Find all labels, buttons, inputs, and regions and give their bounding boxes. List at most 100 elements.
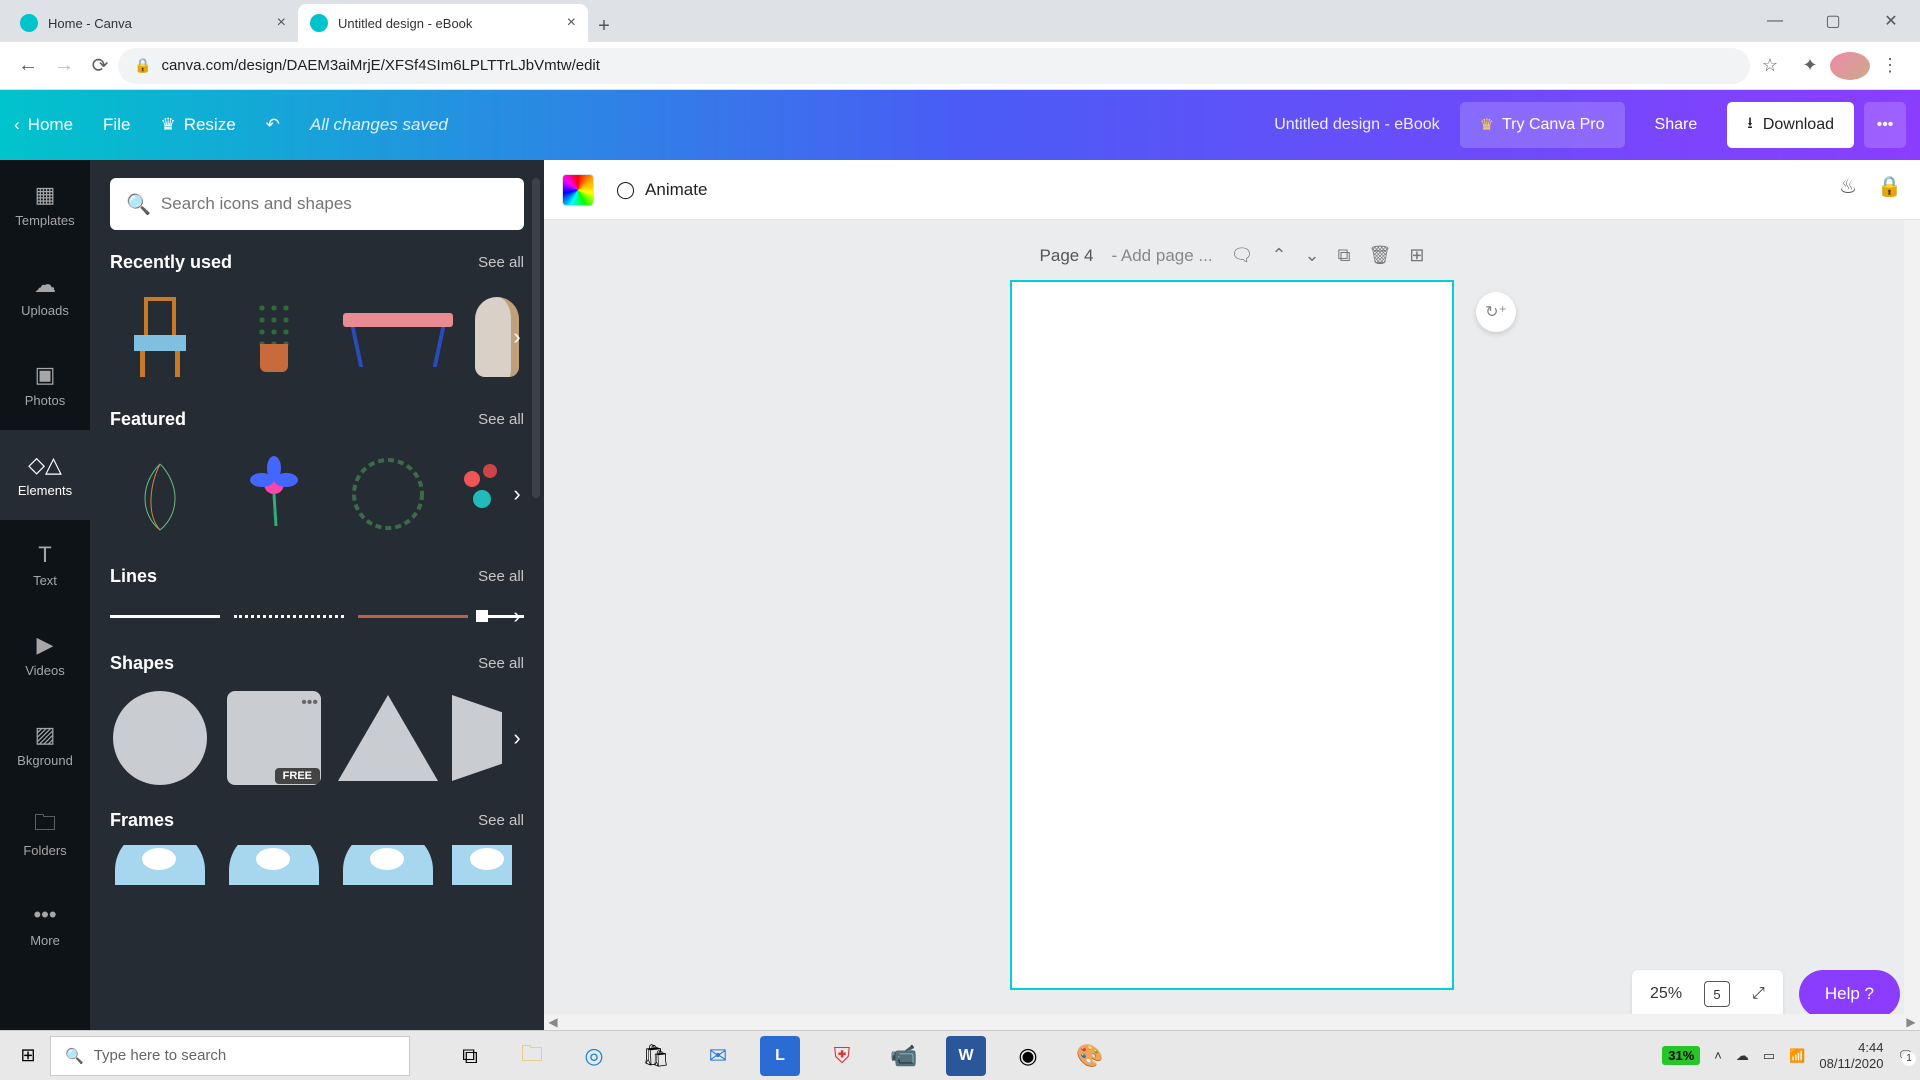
page-count-button[interactable]: 5	[1704, 981, 1730, 1007]
transparency-icon[interactable]: ♨	[1839, 174, 1857, 199]
close-icon[interactable]: ×	[277, 14, 286, 32]
element-shape-circle[interactable]	[110, 688, 210, 788]
undo-button[interactable]: ↶	[266, 115, 280, 135]
rail-templates[interactable]: ▦Templates	[0, 160, 90, 250]
rail-videos[interactable]: ▶Videos	[0, 610, 90, 700]
store-icon[interactable]: 🛍	[636, 1036, 676, 1076]
profile-avatar[interactable]	[1830, 52, 1870, 80]
browser-tab[interactable]: Home - Canva ×	[8, 4, 298, 42]
element-thumb-wreath[interactable]	[338, 444, 438, 544]
element-shape-pentagon[interactable]	[452, 688, 502, 788]
share-button[interactable]: Share	[1635, 102, 1718, 148]
lock-icon[interactable]: 🔒	[1877, 174, 1902, 199]
chevron-right-icon[interactable]: ›	[502, 474, 524, 514]
element-line-rough[interactable]	[358, 606, 468, 626]
task-view-icon[interactable]: ⧉	[450, 1036, 490, 1076]
chevron-right-icon[interactable]: ›	[502, 601, 524, 631]
start-button[interactable]: ⊞	[6, 1036, 50, 1076]
element-thumb-plant[interactable]	[224, 287, 324, 387]
element-line-dotted[interactable]	[234, 606, 344, 626]
battery-indicator[interactable]: 31%	[1662, 1046, 1700, 1065]
onedrive-icon[interactable]: ☁	[1736, 1048, 1749, 1064]
rail-more[interactable]: •••More	[0, 880, 90, 970]
close-icon[interactable]: ×	[567, 14, 576, 32]
new-tab-button[interactable]: +	[588, 10, 620, 42]
forward-icon[interactable]: →	[46, 48, 82, 84]
horizontal-scrollbar[interactable]: ◀▶	[544, 1014, 1920, 1030]
rail-folders[interactable]: 🗀Folders	[0, 790, 90, 880]
panel-scrollbar[interactable]	[532, 178, 540, 498]
elements-search[interactable]: 🔍	[110, 178, 524, 230]
fullscreen-icon[interactable]: ⤢	[1752, 985, 1765, 1003]
clock[interactable]: 4:44 08/11/2020	[1819, 1040, 1883, 1071]
wifi-icon[interactable]: 📶	[1789, 1048, 1805, 1064]
page-canvas[interactable]	[1010, 280, 1454, 990]
rail-uploads[interactable]: ☁Uploads	[0, 250, 90, 340]
element-thumb-chair[interactable]	[110, 287, 210, 387]
more-menu-button[interactable]: •••	[1864, 102, 1906, 148]
notes-icon[interactable]: 🗨	[1231, 245, 1254, 266]
chevron-right-icon[interactable]: ›	[502, 317, 524, 357]
file-explorer-icon[interactable]: 🗀	[512, 1036, 552, 1076]
extensions-icon[interactable]: ✦	[1790, 55, 1830, 76]
help-button[interactable]: Help ?	[1799, 970, 1900, 1018]
paint-icon[interactable]: 🎨	[1070, 1036, 1110, 1076]
element-frame[interactable]	[338, 845, 438, 885]
see-all-link[interactable]: See all	[478, 411, 524, 428]
chrome-menu-icon[interactable]: ⋮	[1870, 55, 1910, 76]
element-shape-triangle[interactable]	[338, 688, 438, 788]
windows-search[interactable]: 🔍 Type here to search	[50, 1036, 410, 1076]
notifications-icon[interactable]: 🗨1	[1897, 1048, 1914, 1064]
animate-button[interactable]: ◯Animate	[616, 180, 707, 200]
mail-icon[interactable]: ✉	[698, 1036, 738, 1076]
rail-photos[interactable]: ▣Photos	[0, 340, 90, 430]
home-button[interactable]: ‹Home	[14, 115, 73, 135]
battery-icon[interactable]: ▭	[1763, 1048, 1775, 1064]
try-pro-button[interactable]: ♛Try Canva Pro	[1460, 102, 1625, 148]
chevron-down-icon[interactable]: ⌄	[1305, 245, 1320, 266]
delete-icon[interactable]: 🗑	[1368, 245, 1391, 266]
maximize-icon[interactable]: ▢	[1804, 11, 1862, 31]
chevron-right-icon[interactable]: ›	[502, 718, 524, 758]
add-page-icon[interactable]: ⊞	[1409, 245, 1424, 266]
see-all-link[interactable]: See all	[478, 655, 524, 672]
regenerate-button[interactable]: ↻⁺	[1476, 292, 1516, 332]
add-page-title[interactable]: - Add page ...	[1111, 246, 1212, 266]
element-shape-square[interactable]: •••FREE	[224, 688, 324, 788]
download-button[interactable]: ⭳Download	[1727, 102, 1854, 148]
element-frame[interactable]	[110, 845, 210, 885]
element-frame[interactable]	[224, 845, 324, 885]
edge-icon[interactable]: ◎	[574, 1036, 614, 1076]
word-icon[interactable]: W	[946, 1036, 986, 1076]
rail-background[interactable]: ▨Bkground	[0, 700, 90, 790]
rail-elements[interactable]: ◇△Elements	[0, 430, 90, 520]
reload-icon[interactable]: ⟳	[82, 48, 118, 84]
tray-chevron-icon[interactable]: ˄	[1714, 1048, 1722, 1063]
element-frame[interactable]	[452, 845, 512, 885]
zoom-icon[interactable]: 📹	[884, 1036, 924, 1076]
see-all-link[interactable]: See all	[478, 812, 524, 829]
element-line-solid[interactable]	[110, 606, 220, 626]
chrome-icon[interactable]: ◉	[1008, 1036, 1048, 1076]
search-input[interactable]	[161, 194, 508, 214]
app-icon[interactable]: L	[760, 1036, 800, 1076]
see-all-link[interactable]: See all	[478, 568, 524, 585]
vertical-scrollbar[interactable]	[1904, 220, 1920, 1014]
zoom-level[interactable]: 25%	[1650, 985, 1682, 1003]
design-title[interactable]: Untitled design - eBook	[448, 116, 1460, 134]
mcafee-icon[interactable]: ⛨	[822, 1036, 862, 1076]
duplicate-icon[interactable]: ⧉	[1338, 245, 1351, 266]
color-swatch[interactable]	[562, 174, 594, 206]
url-input[interactable]: 🔒 canva.com/design/DAEM3aiMrjE/XFSf4SIm6…	[118, 48, 1750, 84]
see-all-link[interactable]: See all	[478, 254, 524, 271]
rail-text[interactable]: TText	[0, 520, 90, 610]
close-window-icon[interactable]: ✕	[1862, 11, 1920, 31]
chevron-up-icon[interactable]: ⌃	[1271, 245, 1286, 266]
star-icon[interactable]: ☆	[1750, 55, 1790, 76]
element-thumb-table[interactable]	[338, 287, 458, 387]
element-thumb-leaf[interactable]	[110, 444, 210, 544]
browser-tab[interactable]: Untitled design - eBook ×	[298, 4, 588, 42]
file-menu[interactable]: File	[103, 115, 130, 135]
minimize-icon[interactable]: —	[1746, 12, 1804, 30]
element-thumb-flower[interactable]	[224, 444, 324, 544]
